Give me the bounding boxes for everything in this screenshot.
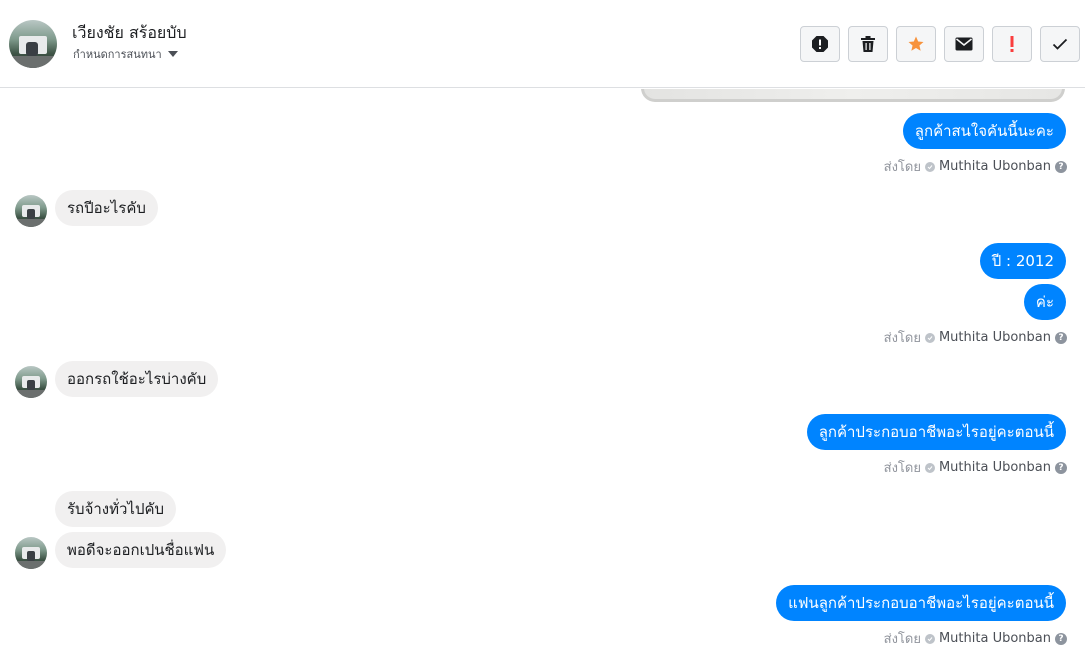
star-button[interactable] [896,26,936,62]
sent-by-prefix: ส่งโดย [883,160,921,175]
incoming-message[interactable]: รถปีอะไรคับ [55,190,158,226]
sent-by-agent[interactable]: Muthita Ubonban [939,460,1051,475]
help-icon[interactable]: ? [1055,461,1067,474]
sent-by-line: ส่งโดย Muthita Ubonban ? [884,156,1067,177]
delete-button[interactable] [848,26,888,62]
help-icon[interactable]: ? [1055,632,1067,645]
outgoing-message[interactable]: ลูกค้าสนใจคันนี้นะคะ [902,113,1066,149]
checkmark-icon [1052,38,1068,50]
sent-by-agent[interactable]: Muthita Ubonban [939,631,1051,646]
exclamation-icon [1010,36,1014,52]
contact-avatar[interactable] [9,20,57,68]
conversation-actions [800,26,1080,62]
image-attachment[interactable] [641,89,1065,102]
follow-up-button[interactable] [992,26,1032,62]
conversation-status-label: กำหนดการสนทนา [73,48,162,61]
envelope-icon [955,37,973,51]
star-icon [908,36,924,51]
caret-down-icon [167,51,178,57]
incoming-message[interactable]: ออกรถใช้อะไรบ่างคับ [55,361,219,397]
incoming-message[interactable]: พอดีจะออกเปนชื่อแฟน [55,532,227,568]
message-thread[interactable]: ลูกค้าสนใจคันนี้นะคะ ส่งโดย Muthita Ubon… [0,89,1085,650]
alert-octagon-icon [812,36,828,52]
help-icon[interactable]: ? [1055,160,1067,173]
sent-by-line: ส่งโดย Muthita Ubonban ? [884,327,1067,348]
contact-avatar-small[interactable] [15,195,47,227]
incoming-message[interactable]: รับจ้างทั่วไปคับ [55,491,177,527]
sent-by-line: ส่งโดย Muthita Ubonban ? [884,628,1067,649]
verified-check-icon [924,161,935,172]
outgoing-message[interactable]: ปี : 2012 [979,243,1066,279]
mark-unread-button[interactable] [944,26,984,62]
outgoing-message[interactable]: ลูกค้าประกอบอาชีพอะไรอยู่คะตอนนี้ [806,414,1066,450]
mark-done-button[interactable] [1040,26,1080,62]
outgoing-message[interactable]: แฟนลูกค้าประกอบอาชีพอะไรอยู่คะตอนนี้ [776,585,1066,621]
contact-avatar-small[interactable] [15,366,47,398]
sent-by-line: ส่งโดย Muthita Ubonban ? [884,457,1067,478]
conversation-header: เวียงชัย สร้อยบับ กำหนดการสนทนา [0,0,1085,88]
sent-by-prefix: ส่งโดย [883,632,921,647]
sent-by-prefix: ส่งโดย [883,331,921,346]
trash-icon [861,36,875,52]
contact-avatar-small[interactable] [15,537,47,569]
outgoing-message[interactable]: ค่ะ [1023,284,1066,320]
sent-by-agent[interactable]: Muthita Ubonban [939,159,1051,174]
conversation-status-dropdown[interactable]: กำหนดการสนทนา [73,45,178,63]
verified-check-icon [924,633,935,644]
verified-check-icon [924,462,935,473]
contact-name[interactable]: เวียงชัย สร้อยบับ [72,21,187,46]
verified-check-icon [924,332,935,343]
sent-by-prefix: ส่งโดย [883,461,921,476]
sent-by-agent[interactable]: Muthita Ubonban [939,330,1051,345]
mark-spam-button[interactable] [800,26,840,62]
help-icon[interactable]: ? [1055,331,1067,344]
